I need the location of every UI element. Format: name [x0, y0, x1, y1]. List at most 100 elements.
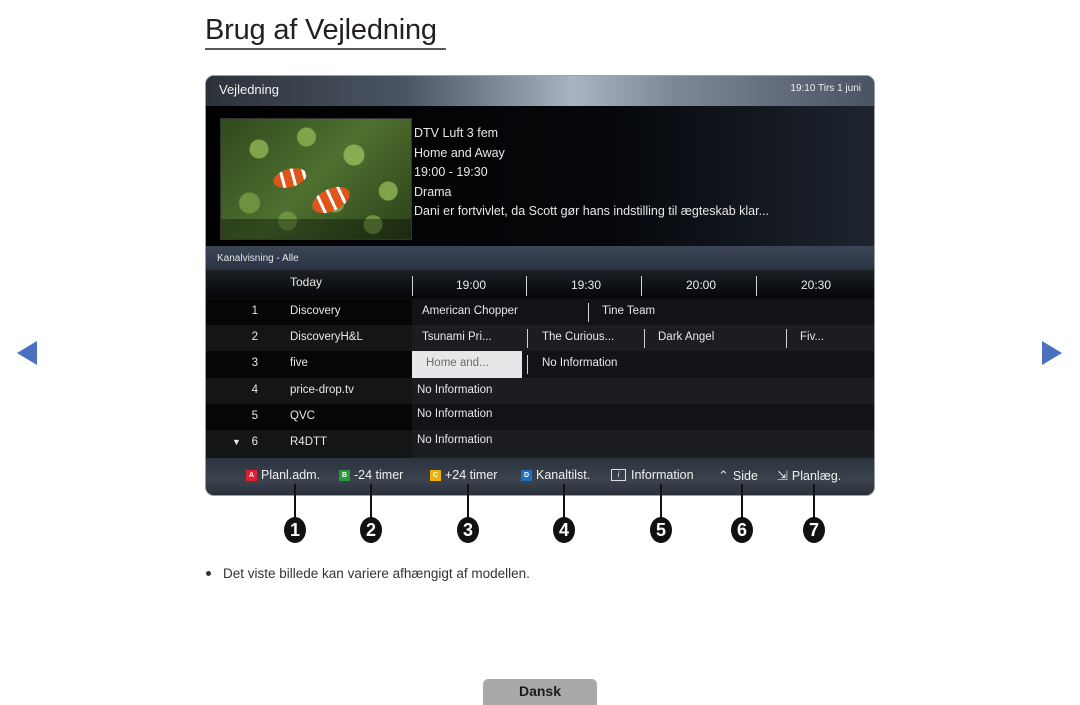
channel-row: 4 price-drop.tv No Information: [206, 378, 874, 404]
program-cell[interactable]: No Information: [417, 434, 492, 446]
program-cell[interactable]: Tsunami Pri...: [422, 331, 492, 343]
divider: [756, 276, 757, 296]
yellow-c-key-icon: C: [430, 469, 441, 481]
program-cell[interactable]: American Chopper: [422, 305, 518, 317]
preview-thumbnail: [220, 118, 412, 240]
callout-5: 5: [650, 517, 672, 543]
kanaltilst-button[interactable]: D Kanaltilst.: [521, 468, 590, 482]
channel-row: ▼ 6 R4DTT No Information: [206, 430, 874, 458]
program-cell[interactable]: The Curious...: [542, 331, 614, 343]
divider: [412, 276, 413, 296]
preview-description: Dani er fortvivlet, da Scott gør hans in…: [414, 204, 770, 219]
callout-2: 2: [360, 517, 382, 543]
guide-screen: Vejledning 19:10 Tirs 1 juni DTV Luft 3 …: [206, 76, 874, 495]
guide-clock: 19:10 Tirs 1 juni: [790, 83, 861, 94]
triangle-right-icon[interactable]: [1042, 341, 1062, 365]
channel-number: 2: [251, 331, 258, 343]
channel-name: five: [290, 357, 308, 369]
page-title: Brug af Vejledning: [205, 14, 437, 46]
footer-label: +24 timer: [445, 468, 498, 482]
divider: [644, 329, 645, 348]
title-underline: [205, 48, 446, 50]
program-cell[interactable]: Tine Team: [602, 305, 655, 317]
callout-leader: [294, 484, 296, 518]
divider: [588, 303, 589, 322]
footer-label: Side: [732, 469, 758, 483]
footer-label: Planlæg.: [791, 469, 842, 483]
time-slot: 20:30: [800, 278, 832, 292]
channel-row: 2 DiscoveryH&L Tsunami Pri... The Curiou…: [206, 325, 874, 351]
callout-leader: [813, 484, 815, 518]
footer-label: -24 timer: [354, 468, 404, 482]
time-header: Today 19:00 19:30 20:00 20:30: [206, 270, 874, 298]
program-cell[interactable]: Fiv...: [800, 331, 824, 343]
channel-name: DiscoveryH&L: [290, 331, 363, 343]
channel-name: price-drop.tv: [290, 384, 354, 396]
selected-program-label: Home and...: [426, 357, 489, 369]
plus-24-hours-button[interactable]: C +24 timer: [430, 468, 497, 482]
channel-row: 1 Discovery American Chopper Tine Team: [206, 299, 874, 325]
triangle-left-icon[interactable]: [17, 341, 37, 365]
callout-4: 4: [553, 517, 575, 543]
program-cell-selected[interactable]: Home and...: [412, 351, 522, 378]
blue-d-key-icon: D: [521, 469, 532, 481]
callout-leader: [467, 484, 469, 518]
channel-view-label: Kanalvisning - Alle: [217, 253, 299, 264]
program-info-panel: DTV Luft 3 fem Home and Away 19:00 - 19:…: [206, 106, 874, 246]
clownfish-image: [308, 181, 354, 219]
information-button[interactable]: i Information: [611, 468, 694, 482]
channel-number: 5: [251, 410, 258, 422]
footer-label: Information: [631, 468, 694, 482]
callout-7: 7: [803, 517, 825, 543]
channel-name: Discovery: [290, 305, 341, 317]
channel-number: 3: [251, 357, 258, 369]
preview-time: 19:00 - 19:30: [414, 165, 488, 180]
up-down-icon: ⌃: [718, 468, 729, 483]
schedule-icon: ⇲: [777, 468, 788, 483]
note: Det viste billede kan variere afhængigt …: [206, 566, 530, 581]
channel-number: 1: [251, 305, 258, 317]
guide-footer: A Planl.adm. B -24 timer C +24 timer D K…: [206, 458, 874, 495]
divider: [527, 329, 528, 348]
callout-leader: [741, 484, 743, 518]
planl-adm-button[interactable]: A Planl.adm.: [246, 468, 320, 482]
program-cell[interactable]: Dark Angel: [658, 331, 714, 343]
guide-header: Vejledning 19:10 Tirs 1 juni: [206, 76, 874, 106]
divider: [526, 276, 527, 296]
day-label: Today: [289, 275, 323, 289]
channel-name: R4DTT: [290, 436, 328, 448]
program-cell[interactable]: No Information: [417, 408, 492, 420]
callout-leader: [563, 484, 565, 518]
program-cell[interactable]: No Information: [417, 384, 492, 396]
footer-label: Planl.adm.: [261, 468, 321, 482]
channel-row: 3 five Home and... No Information: [206, 351, 874, 378]
preview-genre: Drama: [414, 184, 452, 199]
callout-leader: [660, 484, 662, 518]
guide-title: Vejledning: [219, 82, 279, 97]
thumbnail-shade: [221, 219, 411, 239]
program-details: DTV Luft 3 fem Home and Away 19:00 - 19:…: [414, 124, 769, 222]
note-text: Det viste billede kan variere afhængigt …: [223, 566, 530, 581]
callout-1: 1: [284, 517, 306, 543]
channel-view-bar: Kanalvisning - Alle: [206, 246, 874, 270]
channel-name: QVC: [290, 410, 315, 422]
preview-program: Home and Away: [414, 145, 505, 160]
time-slot: 20:00: [685, 278, 717, 292]
language-tab[interactable]: Dansk: [483, 679, 597, 705]
callout-leader: [370, 484, 372, 518]
channel-cell: [206, 351, 412, 378]
planlaeg-button[interactable]: ⇲ Planlæg.: [777, 468, 841, 484]
green-b-key-icon: B: [339, 469, 350, 481]
divider: [527, 355, 528, 374]
divider: [641, 276, 642, 296]
time-slot: 19:30: [570, 278, 602, 292]
side-button[interactable]: ⌃ Side: [718, 468, 758, 484]
channel-row: 5 QVC No Information: [206, 404, 874, 430]
info-icon: i: [611, 469, 626, 481]
channel-number: 4: [251, 384, 258, 396]
channel-number: 6: [251, 436, 258, 448]
divider: [786, 329, 787, 348]
callout-6: 6: [731, 517, 753, 543]
program-cell[interactable]: No Information: [542, 357, 617, 369]
minus-24-hours-button[interactable]: B -24 timer: [339, 468, 403, 482]
